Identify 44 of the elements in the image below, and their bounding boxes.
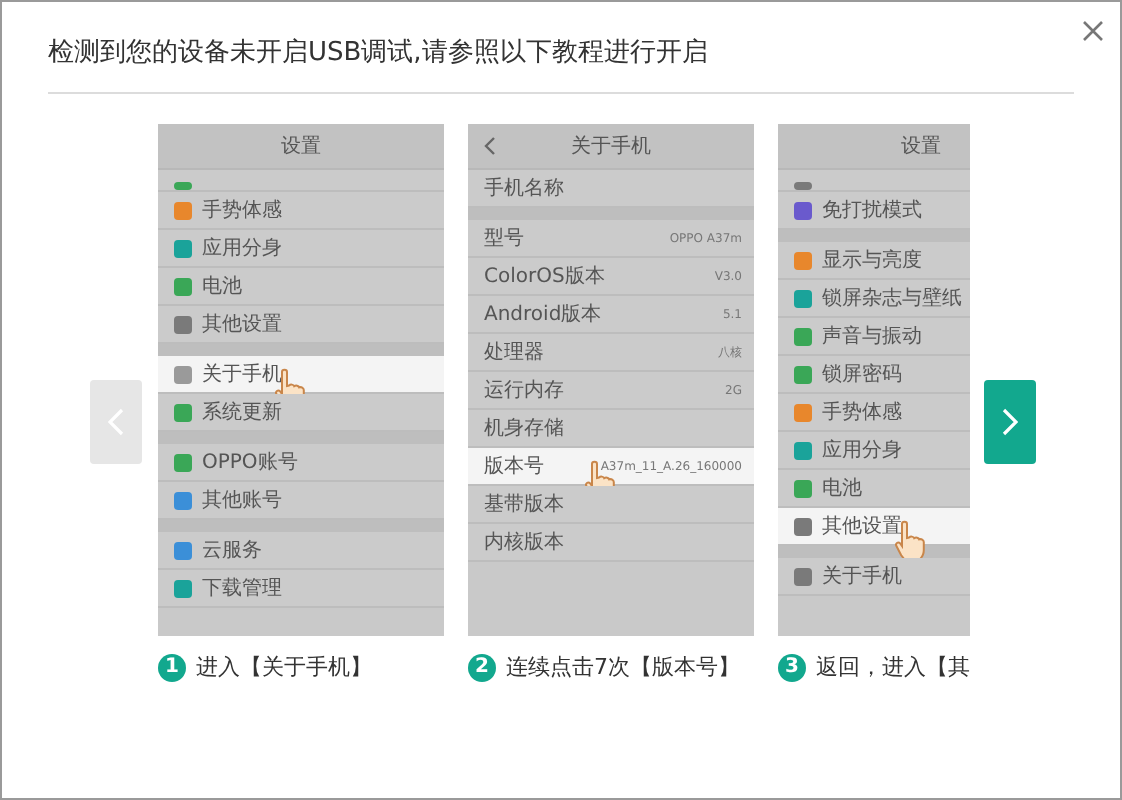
- step-caption: 连续点击7次【版本号】: [506, 652, 740, 682]
- phone-title: 设置: [281, 133, 321, 160]
- setting-label: 声音与振动: [822, 323, 924, 350]
- setting-label: 免打扰模式: [822, 197, 924, 224]
- setting-label: 内核版本: [484, 529, 566, 556]
- setting-label: 型号: [484, 225, 526, 252]
- step-caption: 返回，进入【其: [816, 652, 970, 682]
- next-button[interactable]: [984, 380, 1036, 464]
- chevron-left-icon: [108, 408, 124, 436]
- step-number: 1: [158, 653, 186, 681]
- chevron-right-icon: [1002, 408, 1018, 436]
- setting-label: 其他设置: [822, 513, 904, 540]
- setting-label: 应用分身: [202, 235, 284, 262]
- setting-label: 云服务: [202, 538, 264, 564]
- step-caption: 进入【关于手机】: [196, 652, 372, 682]
- setting-label: 手机名称: [484, 175, 566, 202]
- setting-label: 应用分身: [822, 437, 904, 464]
- setting-label: 下载管理: [202, 575, 284, 602]
- dialog-title: 检测到您的设备未开启USB调试,请参照以下教程进行开启: [48, 34, 1074, 94]
- setting-label: 电池: [202, 273, 244, 300]
- setting-label: 显示与亮度: [822, 247, 924, 274]
- setting-label: Android版本: [484, 301, 604, 328]
- setting-label: 锁屏密码: [822, 361, 904, 388]
- setting-label: 运行内存: [484, 377, 566, 404]
- setting-label: 手势体感: [202, 197, 284, 224]
- setting-label: ColorOS版本: [484, 263, 607, 290]
- setting-label: OPPO账号: [202, 449, 300, 476]
- setting-label: 基带版本: [484, 491, 566, 518]
- back-chevron-icon: [484, 136, 496, 156]
- setting-label: 关于手机: [822, 563, 904, 590]
- step-number: 2: [468, 653, 496, 681]
- setting-label: 版本号: [484, 453, 546, 480]
- setting-label: 处理器: [484, 339, 546, 366]
- setting-label: 电池: [822, 475, 864, 502]
- setting-label: 系统更新: [202, 399, 284, 426]
- phone-title: 设置: [901, 133, 941, 160]
- setting-label: 手势体感: [822, 399, 904, 426]
- phone-title: 关于手机: [571, 133, 651, 160]
- setting-label: 锁屏杂志与壁纸: [822, 285, 964, 312]
- setting-label: 关于手机: [202, 361, 284, 388]
- setting-label: 其他设置: [202, 311, 284, 338]
- step-number: 3: [778, 653, 806, 681]
- setting-label: 其他账号: [202, 487, 284, 514]
- setting-label: 机身存储: [484, 415, 566, 442]
